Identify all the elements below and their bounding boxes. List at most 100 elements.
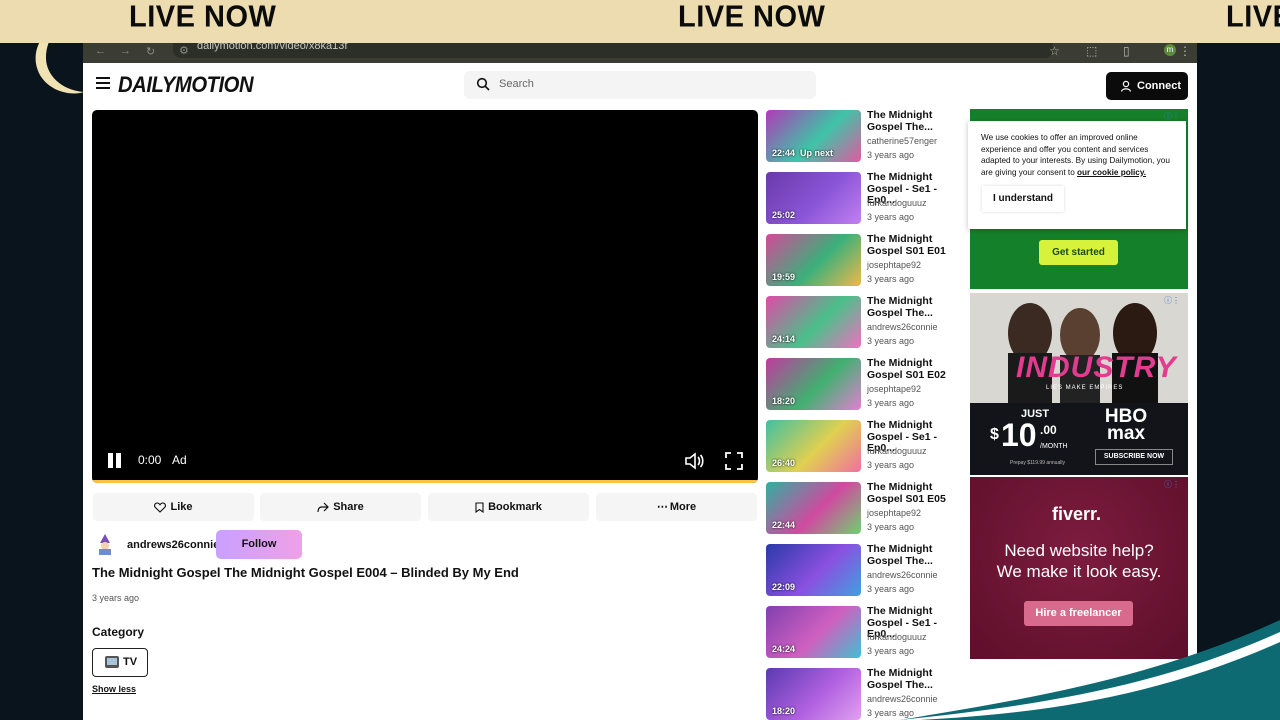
- bookmark-label: Bookmark: [488, 501, 542, 513]
- fiverr-logo: fiverr.: [1052, 504, 1102, 524]
- related-video-channel[interactable]: furkandoguuuz: [867, 198, 927, 208]
- related-video-channel[interactable]: josephtape92: [867, 260, 921, 270]
- duration-badge: 25:02: [772, 210, 796, 220]
- subscribe-now-button[interactable]: SUBSCRIBE NOW: [1095, 449, 1173, 465]
- video-thumbnail[interactable]: 18:20: [766, 358, 861, 410]
- search-input[interactable]: Search: [499, 78, 534, 90]
- related-video-channel[interactable]: josephtape92: [867, 508, 921, 518]
- hbo-max-logo: HBO max: [1104, 406, 1148, 444]
- sidebar-icon[interactable]: ▯: [1123, 44, 1130, 58]
- related-video-item[interactable]: 18:20 The Midnight Gospel S01 E02 josephta…: [766, 357, 966, 414]
- ad-info-icon[interactable]: ⓘ⋮: [1164, 111, 1180, 121]
- pause-button[interactable]: [108, 453, 124, 469]
- category-tv-button[interactable]: TV: [92, 648, 148, 677]
- category-heading: Category: [92, 625, 145, 639]
- related-video-title[interactable]: The Midnight Gospel The...: [867, 109, 963, 133]
- related-video-title[interactable]: The Midnight Gospel S01 E02: [867, 357, 963, 381]
- like-button[interactable]: Like: [93, 493, 254, 521]
- like-label: Like: [170, 501, 193, 513]
- dailymotion-logo[interactable]: DAILYMOTION: [118, 72, 254, 98]
- fullscreen-icon[interactable]: [725, 452, 743, 470]
- share-button[interactable]: Share: [260, 493, 421, 521]
- related-video-channel[interactable]: andrews26connie: [867, 322, 938, 332]
- video-thumbnail[interactable]: 19:59: [766, 234, 861, 286]
- video-thumbnail[interactable]: 25:02: [766, 172, 861, 224]
- related-video-title[interactable]: The Midnight Gospel S01 E01: [867, 233, 963, 257]
- i-understand-button[interactable]: I understand: [982, 186, 1064, 212]
- duration-badge: 24:24: [772, 644, 796, 654]
- related-video-date: 3 years ago: [867, 584, 915, 594]
- menu-dots-icon[interactable]: ⋮: [1179, 44, 1191, 58]
- reload-icon[interactable]: ↻: [146, 45, 155, 58]
- video-thumbnail[interactable]: 22:44 Up next: [766, 110, 861, 162]
- address-text[interactable]: dailymotion.com/video/x8ka13f: [197, 43, 347, 52]
- video-date: 3 years ago: [92, 593, 140, 603]
- ad-fine-print: Prepay $119.99 annually: [1010, 460, 1065, 466]
- related-video-title[interactable]: The Midnight Gospel S01 E05: [867, 481, 963, 505]
- related-video-channel[interactable]: furkandoguuuz: [867, 446, 927, 456]
- related-video-date: 3 years ago: [867, 212, 915, 222]
- channel-avatar[interactable]: [95, 533, 115, 555]
- follow-button[interactable]: Follow: [216, 530, 302, 559]
- ad-currency: $: [990, 426, 999, 443]
- related-video-item[interactable]: 22:09 The Midnight Gospel The... andrews26…: [766, 543, 966, 600]
- live-now-text: LIVE: [1226, 0, 1280, 34]
- duration-badge: 18:20: [772, 396, 796, 406]
- extensions-icon[interactable]: ⬚: [1086, 44, 1097, 58]
- bookmark-icon: [475, 502, 484, 513]
- ad-show-title: INDUSTRY: [1016, 351, 1177, 384]
- related-video-item[interactable]: 22:44 Up next The Midnight Gospel The... ca…: [766, 109, 966, 166]
- connect-label: Connect: [1137, 80, 1181, 92]
- duration-badge: 19:59: [772, 272, 796, 282]
- related-video-item[interactable]: 25:02 The Midnight Gospel - Se1 - Ep0... f…: [766, 171, 966, 228]
- related-video-item[interactable]: 22:44 The Midnight Gospel S01 E05 josephta…: [766, 481, 966, 538]
- video-thumbnail[interactable]: 24:24: [766, 606, 861, 658]
- browser-toolbar: ← → ↻ ⚙ dailymotion.com/video/x8ka13f ☆ …: [83, 43, 1197, 63]
- video-thumbnail[interactable]: 22:44: [766, 482, 861, 534]
- profile-avatar[interactable]: m: [1164, 44, 1176, 56]
- related-video-channel[interactable]: josephtape92: [867, 384, 921, 394]
- forward-icon[interactable]: →: [120, 45, 131, 57]
- live-banner: LIVE NOW LIVE NOW LIVE: [0, 0, 1280, 43]
- get-started-button[interactable]: Get started: [1039, 240, 1118, 265]
- video-player[interactable]: 0:00 Ad: [92, 110, 758, 483]
- volume-icon[interactable]: [684, 452, 704, 470]
- related-video-channel[interactable]: catherine57enger: [867, 136, 937, 146]
- share-icon: [317, 502, 330, 512]
- ad-cents: .00: [1040, 423, 1057, 437]
- related-video-item[interactable]: 19:59 The Midnight Gospel S01 E01 josephta…: [766, 233, 966, 290]
- related-video-date: 3 years ago: [867, 398, 915, 408]
- bookmark-button[interactable]: Bookmark: [428, 493, 589, 521]
- video-thumbnail[interactable]: 22:09: [766, 544, 861, 596]
- duration-badge: 22:09: [772, 582, 796, 592]
- progress-bar[interactable]: [92, 480, 758, 483]
- video-thumbnail[interactable]: 24:14: [766, 296, 861, 348]
- show-less-link[interactable]: Show less: [92, 684, 136, 694]
- search-bar[interactable]: Search: [464, 71, 816, 99]
- connect-button[interactable]: Connect: [1106, 72, 1188, 100]
- more-label: More: [669, 501, 697, 513]
- channel-name[interactable]: andrews26connie: [127, 539, 219, 551]
- user-icon: [1120, 80, 1132, 92]
- video-thumbnail[interactable]: 26:40: [766, 420, 861, 472]
- more-button[interactable]: ⋯ More: [596, 493, 757, 521]
- related-video-date: 3 years ago: [867, 150, 915, 160]
- cookie-policy-link[interactable]: our cookie policy.: [1077, 168, 1146, 177]
- site-info-icon[interactable]: ⚙: [179, 44, 189, 57]
- ad-label: Ad: [172, 453, 187, 467]
- related-video-channel[interactable]: andrews26connie: [867, 570, 938, 580]
- fiverr-headline: Need website help? We make it look easy.: [996, 541, 1162, 581]
- related-video-title[interactable]: The Midnight Gospel The...: [867, 543, 963, 567]
- ad-info-icon[interactable]: ⓘ⋮: [1164, 479, 1180, 489]
- bookmark-star-icon[interactable]: ☆: [1049, 44, 1060, 58]
- ad-info-icon[interactable]: ⓘ⋮: [1164, 295, 1180, 305]
- related-video-item[interactable]: 24:14 The Midnight Gospel The... andrews26…: [766, 295, 966, 352]
- ad-banner-hbo[interactable]: ⓘ⋮ INDUSTRY LIES MAKE EMPIRES JUST $ 10 …: [970, 293, 1188, 475]
- related-video-date: 3 years ago: [867, 460, 915, 470]
- cookie-consent-dialog: We use cookies to offer an improved onli…: [968, 121, 1186, 229]
- video-thumbnail[interactable]: 18:20: [766, 668, 861, 720]
- related-video-title[interactable]: The Midnight Gospel The...: [867, 295, 963, 319]
- ad-per-month: /MONTH: [1040, 443, 1068, 450]
- related-video-date: 3 years ago: [867, 336, 915, 346]
- related-video-item[interactable]: 26:40 The Midnight Gospel - Se1 - Ep0... f…: [766, 419, 966, 476]
